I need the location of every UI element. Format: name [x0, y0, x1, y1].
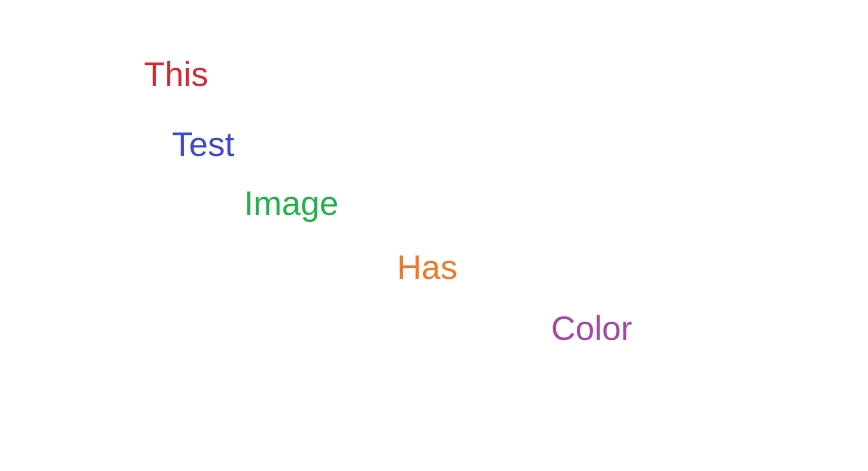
word-this: This [144, 56, 209, 94]
word-has: Has [397, 249, 458, 287]
word-test: Test [172, 126, 235, 164]
word-image: Image [244, 185, 339, 223]
word-color: Color [551, 310, 633, 348]
